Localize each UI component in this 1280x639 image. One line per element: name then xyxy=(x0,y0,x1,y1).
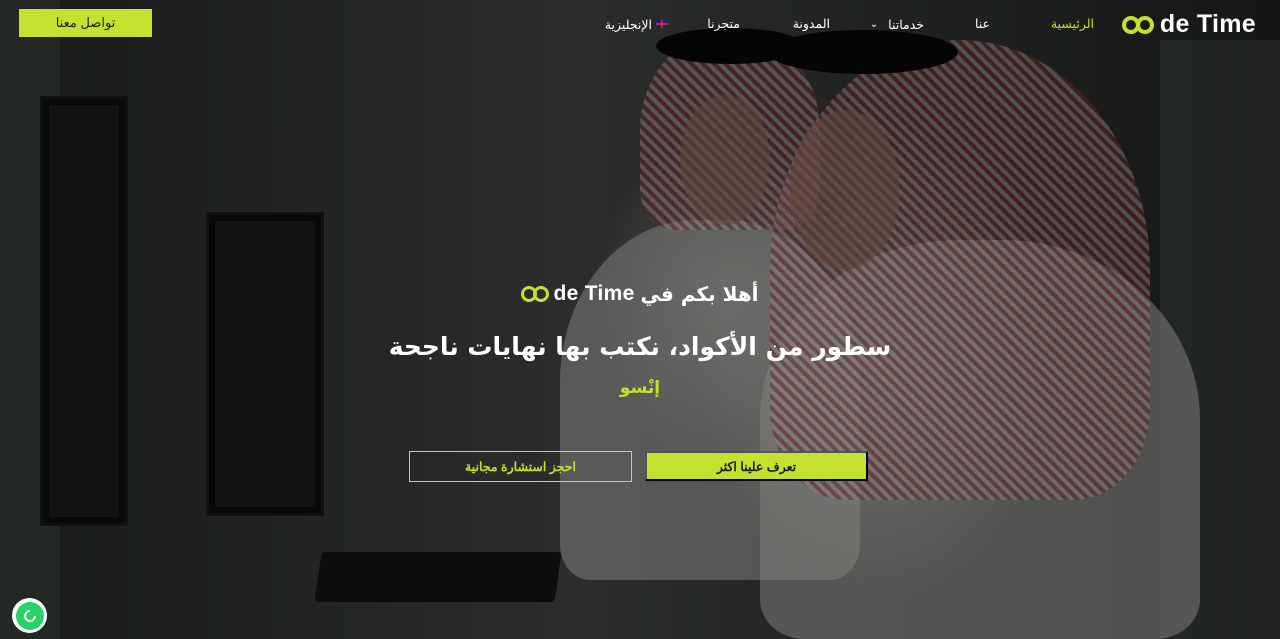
hero-tagline: إنْسو xyxy=(619,378,661,398)
site-header: de Time الرئيسية عنا خدماتنا ⌄ المدونة م… xyxy=(0,0,1280,48)
uk-flag-icon xyxy=(656,20,668,28)
nav-services[interactable]: خدماتنا ⌄ xyxy=(870,16,924,32)
nav-home[interactable]: الرئيسية xyxy=(1051,16,1094,32)
nav-about[interactable]: عنا xyxy=(975,16,990,32)
whatsapp-button[interactable] xyxy=(12,598,47,633)
nav-store[interactable]: متجرنا xyxy=(707,16,740,32)
logo-text: de Time xyxy=(1159,10,1256,38)
nav-language-label: الإنجليزية xyxy=(604,16,652,32)
infinity-logo-icon xyxy=(521,284,555,304)
hero-welcome-text: أهلا بكم في xyxy=(640,282,759,306)
hero-dark-overlay xyxy=(0,0,1280,639)
whatsapp-icon xyxy=(15,601,44,630)
chevron-down-icon: ⌄ xyxy=(869,18,879,30)
learn-more-button[interactable]: تعرف علينا اكثر xyxy=(645,451,868,481)
hero-headline: سطور من الأكواد، نكتب بها نهايات ناجحة xyxy=(388,332,892,361)
nav-language-switch[interactable]: الإنجليزية xyxy=(605,16,668,32)
hero-welcome-logo: de Time xyxy=(521,282,634,306)
nav-blog[interactable]: المدونة xyxy=(793,16,830,32)
contact-us-button[interactable]: تواصل معنا xyxy=(19,9,152,37)
hero-logo-text: de Time xyxy=(553,282,635,305)
book-consultation-button[interactable]: احجز استشارة مجانية xyxy=(409,451,632,482)
infinity-logo-icon xyxy=(1121,13,1162,37)
site-logo[interactable]: de Time xyxy=(1121,10,1256,39)
hero-welcome: أهلا بكم في de Time xyxy=(0,282,1280,306)
nav-services-label: خدماتنا xyxy=(888,16,924,32)
